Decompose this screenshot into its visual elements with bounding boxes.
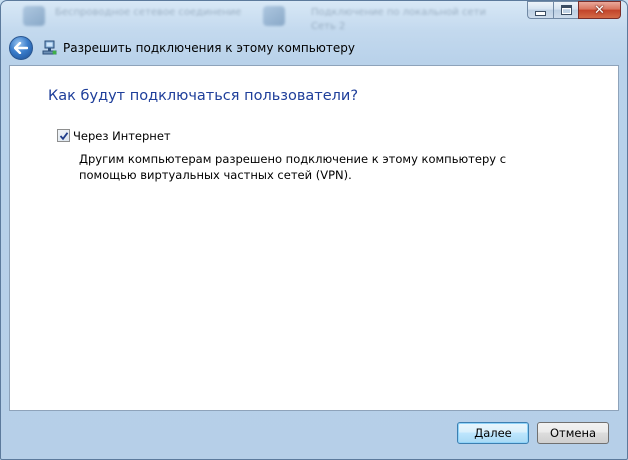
close-button[interactable]: ✕ — [578, 1, 621, 19]
blurred-background-text: Подключение по локальной сети — [311, 7, 486, 18]
caption-buttons: ✕ — [527, 1, 621, 19]
via-internet-label[interactable]: Через Интернет — [73, 129, 171, 143]
via-internet-checkbox[interactable] — [57, 129, 70, 142]
minimize-icon — [535, 10, 546, 16]
back-button[interactable] — [9, 36, 33, 60]
window-title: Разрешить подключения к этому компьютеру — [63, 41, 355, 55]
blurred-adapter-icon — [263, 6, 285, 26]
blurred-adapter-icon — [23, 6, 45, 26]
wizard-footer: Далее Отмена — [9, 411, 619, 453]
wizard-window: Беспроводное сетевое соединение Подключе… — [0, 0, 628, 460]
blurred-background-text: Сеть 2 — [311, 21, 346, 32]
network-connection-icon — [42, 40, 58, 56]
option-description: Другим компьютерам разрешено подключение… — [79, 152, 507, 182]
blurred-background-text: Беспроводное сетевое соединение — [55, 7, 242, 18]
next-button[interactable]: Далее — [457, 422, 529, 444]
close-icon: ✕ — [594, 2, 605, 18]
maximize-icon — [560, 5, 572, 15]
navigation-bar: Разрешить подключения к этому компьютеру — [9, 35, 619, 61]
minimize-button[interactable] — [527, 1, 553, 19]
back-arrow-icon — [14, 42, 28, 54]
wizard-content: Как будут подключаться пользователи? Чер… — [9, 65, 619, 411]
titlebar: Беспроводное сетевое соединение Подключе… — [1, 1, 627, 35]
maximize-button[interactable] — [553, 1, 578, 19]
cancel-button[interactable]: Отмена — [537, 422, 609, 444]
page-heading: Как будут подключаться пользователи? — [48, 88, 359, 104]
checkmark-icon — [59, 132, 69, 141]
